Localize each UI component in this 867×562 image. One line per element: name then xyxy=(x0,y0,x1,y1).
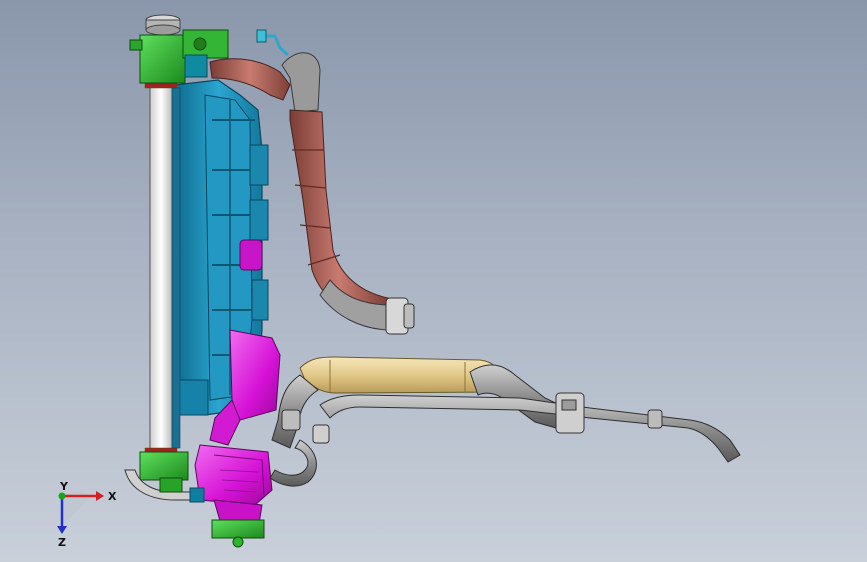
triad-y-label: Y xyxy=(59,480,69,493)
radiator-core[interactable] xyxy=(144,79,181,457)
triad-x-arrow-icon xyxy=(96,491,104,501)
cad-3d-viewport[interactable]: X Y Z xyxy=(0,0,867,562)
orientation-triad: X Y Z xyxy=(57,480,117,549)
radiator-cap[interactable] xyxy=(145,14,181,36)
triad-y-axis-dot-icon xyxy=(58,492,66,500)
intake-pipe[interactable] xyxy=(299,356,501,394)
triad-z-arrow-icon xyxy=(57,526,67,534)
radiator-assembly-model[interactable]: X Y Z xyxy=(0,0,867,562)
triad-x-label: X xyxy=(108,490,117,503)
triad-z-label: Z xyxy=(58,536,66,549)
